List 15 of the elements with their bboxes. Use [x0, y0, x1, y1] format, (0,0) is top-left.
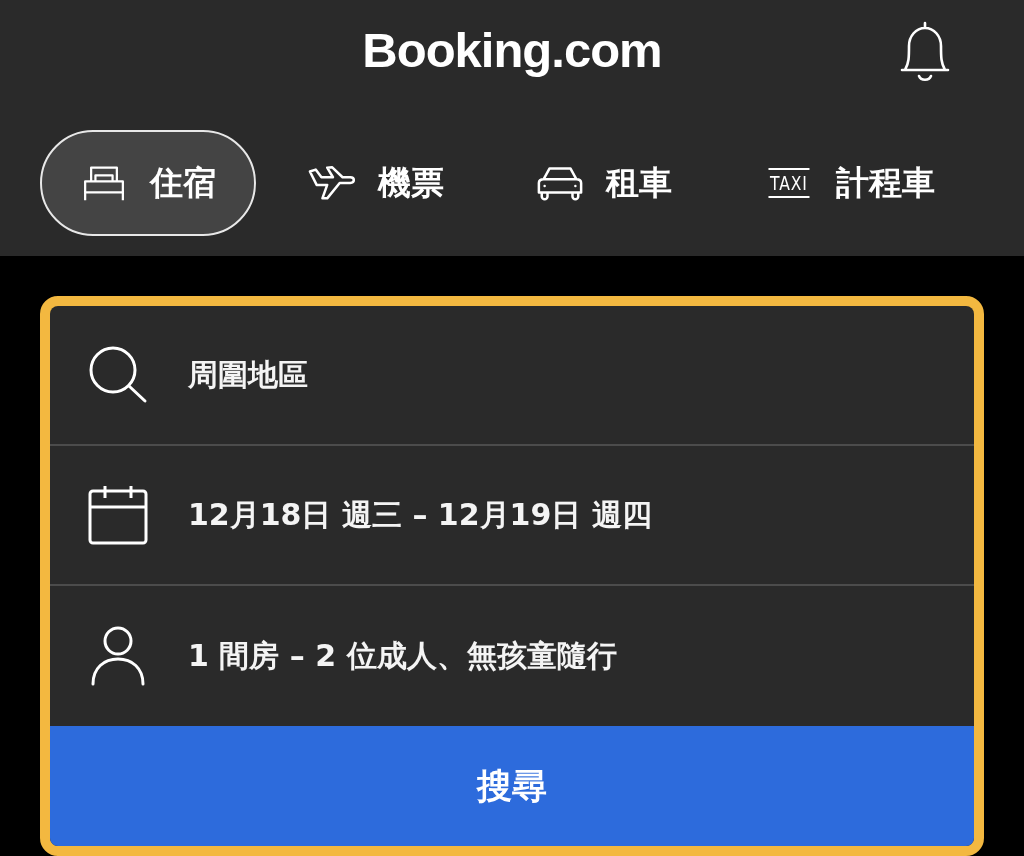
tab[interactable]: 機票: [268, 130, 484, 236]
plane-icon: [308, 165, 356, 201]
logo: Booking.com: [362, 22, 662, 78]
calendar-icon: [88, 485, 148, 545]
destination-field[interactable]: 周圍地區: [50, 306, 974, 446]
taxi-sign: TAXI: [768, 168, 810, 198]
search-button[interactable]: 搜尋: [50, 726, 974, 846]
guests-field[interactable]: 1 間房 – 2 位成人、無孩童隨行: [50, 586, 974, 726]
car-icon: [536, 165, 584, 201]
tab[interactable]: TAXI 計程車: [724, 130, 975, 236]
dates-field[interactable]: 12月18日 週三 – 12月19日 週四: [50, 446, 974, 586]
search-icon: [88, 345, 148, 405]
tab[interactable]: 住宿: [40, 130, 256, 236]
bell-icon[interactable]: [900, 21, 950, 83]
tab[interactable]: 租車: [496, 130, 712, 236]
